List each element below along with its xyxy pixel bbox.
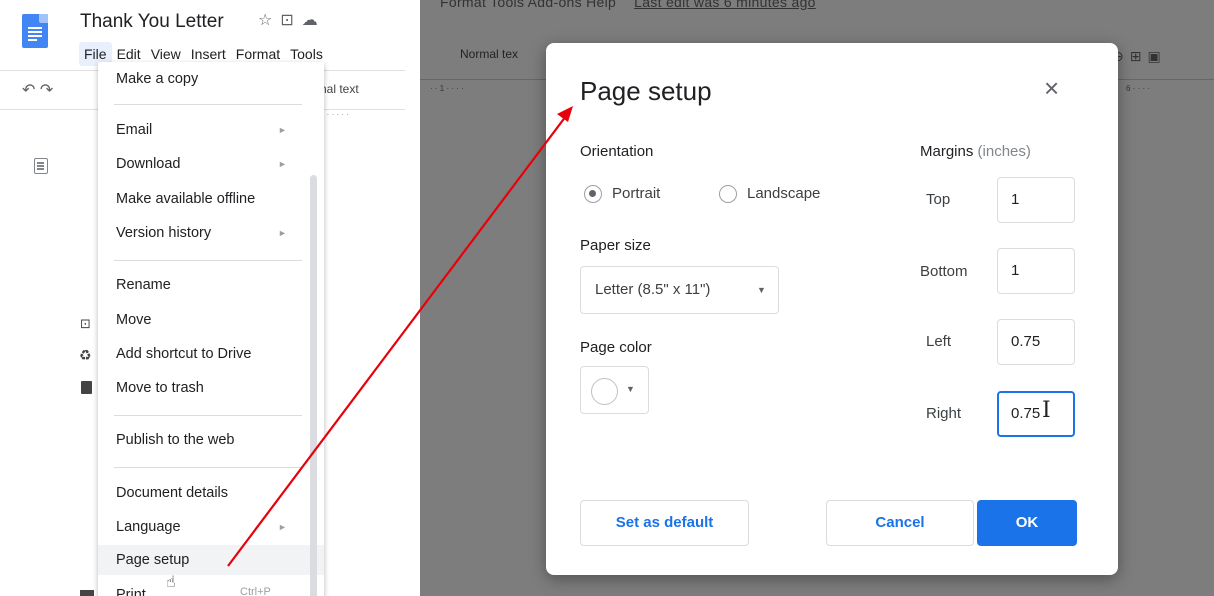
background-ruler-left: · · 1 · · · ·: [430, 84, 464, 93]
set-as-default-button[interactable]: Set as default: [580, 500, 749, 546]
cloud-status-icon[interactable]: ☁: [302, 12, 326, 29]
submenu-arrow-icon: ►: [278, 159, 287, 169]
title-action-icons: ☆⊡☁: [258, 10, 326, 30]
close-icon[interactable]: ×: [1044, 75, 1059, 101]
chevron-down-icon: ▼: [626, 384, 635, 394]
file-menu: Make a copy Email ► Download ► Make availa…: [98, 62, 324, 596]
landscape-label[interactable]: Landscape: [747, 185, 820, 202]
margin-top-label: Top: [926, 191, 951, 208]
menu-item-download[interactable]: Download ►: [98, 149, 324, 179]
folder-move-icon[interactable]: ⊡: [280, 12, 301, 29]
margins-heading: Margins (inches): [920, 143, 1031, 160]
docs-file-menu-panel: Thank You Letter ☆⊡☁ File Edit View Inse…: [0, 0, 405, 596]
margin-left-input[interactable]: 0.75: [997, 319, 1075, 365]
submenu-arrow-icon: ►: [278, 228, 287, 238]
trash-icon: [81, 381, 92, 394]
ok-button[interactable]: OK: [977, 500, 1077, 546]
drive-shortcut-icon: ♻: [79, 347, 92, 363]
cancel-button[interactable]: Cancel: [826, 500, 974, 546]
margin-right-label: Right: [926, 405, 962, 422]
landscape-radio[interactable]: [719, 185, 737, 203]
print-icon: [80, 590, 94, 596]
submenu-arrow-icon: ►: [278, 125, 287, 135]
document-outline-icon[interactable]: [34, 158, 48, 174]
orientation-heading: Orientation: [580, 143, 654, 160]
style-select-partial[interactable]: nal text: [320, 82, 359, 96]
menu-item-publish[interactable]: Publish to the web: [98, 425, 324, 455]
menu-item-email[interactable]: Email ►: [98, 115, 324, 145]
background-ruler-right: 6 · · · ·: [1126, 84, 1150, 93]
page-color-picker[interactable]: ▼: [580, 366, 649, 414]
background-toolbar-icons: ⊖⊞▣: [1112, 48, 1167, 64]
page-setup-dialog: Page setup × Orientation Portrait Landsc…: [546, 43, 1118, 575]
menu-item-version-history[interactable]: Version history ►: [98, 218, 324, 248]
margin-left-label: Left: [926, 333, 952, 350]
background-menubar: Format Tools Add-ons Help Last edit was 6…: [440, 0, 816, 10]
menu-item-offline[interactable]: Make available offline: [98, 184, 324, 214]
menu-item-move[interactable]: Move: [98, 305, 324, 335]
menu-item-page-setup[interactable]: Page setup: [98, 545, 324, 575]
chevron-down-icon: ▼: [757, 285, 766, 295]
menu-scrollbar[interactable]: [310, 175, 317, 596]
docs-logo-icon[interactable]: [22, 14, 48, 48]
submenu-arrow-icon: ►: [278, 522, 287, 532]
menu-item-print[interactable]: Print: [98, 580, 324, 596]
move-folder-icon: ⊡: [80, 316, 91, 331]
margin-right-input[interactable]: 0.75: [997, 391, 1075, 437]
menu-item-add-shortcut[interactable]: Add shortcut to Drive: [98, 339, 324, 369]
background-style-select: Normal tex: [460, 47, 519, 61]
color-swatch: [591, 378, 618, 405]
portrait-label[interactable]: Portrait: [612, 185, 660, 202]
ruler: 1 · · · · ·: [320, 110, 349, 119]
margin-top-input[interactable]: 1: [997, 177, 1075, 223]
text-cursor-icon: I: [1042, 398, 1051, 423]
menu-item-language[interactable]: Language ►: [98, 512, 324, 542]
last-edit-link[interactable]: Last edit was 6 minutes ago: [634, 0, 816, 10]
margin-bottom-input[interactable]: 1: [997, 248, 1075, 294]
menu-item-make-copy[interactable]: Make a copy: [98, 64, 324, 94]
menu-item-trash[interactable]: Move to trash: [98, 373, 324, 403]
document-title[interactable]: Thank You Letter: [80, 11, 224, 33]
page-color-heading: Page color: [580, 339, 652, 356]
undo-icon[interactable]: ↶ ↷: [22, 80, 53, 100]
paper-size-heading: Paper size: [580, 237, 651, 254]
page-setup-panel: Format Tools Add-ons Help Last edit was 6…: [420, 0, 1214, 596]
hand-cursor-icon: ☝: [166, 574, 176, 591]
paper-size-select[interactable]: Letter (8.5" x 11") ▼: [580, 266, 779, 314]
print-shortcut: Ctrl+P: [240, 586, 271, 596]
star-icon[interactable]: ☆: [258, 12, 280, 29]
menu-item-rename[interactable]: Rename: [98, 270, 324, 300]
dialog-title: Page setup: [580, 76, 712, 106]
portrait-radio[interactable]: [584, 185, 602, 203]
margin-bottom-label: Bottom: [920, 263, 968, 280]
menu-item-document-details[interactable]: Document details: [98, 478, 324, 508]
